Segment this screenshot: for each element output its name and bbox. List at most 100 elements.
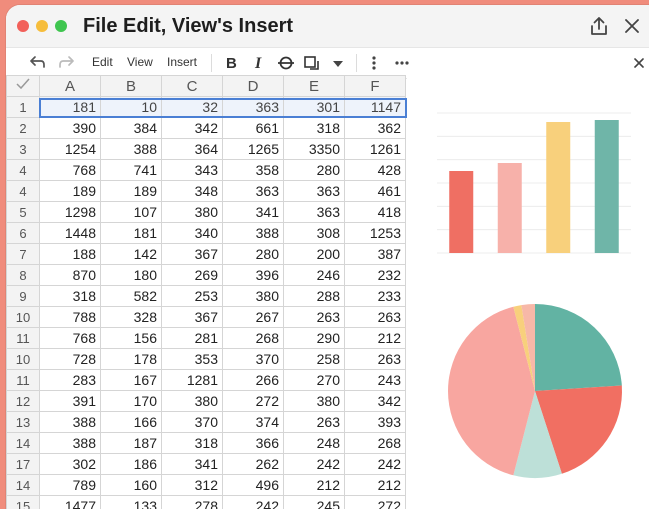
row-header[interactable]: 3 <box>6 138 40 160</box>
row-header[interactable]: 6 <box>6 222 40 244</box>
close-window-button[interactable] <box>17 20 29 32</box>
cell[interactable]: 362 <box>344 117 406 139</box>
cell[interactable]: 428 <box>344 159 406 181</box>
bar[interactable] <box>546 122 571 253</box>
cell[interactable]: 380 <box>222 285 284 307</box>
row-header[interactable]: 1 <box>6 96 40 118</box>
cell[interactable]: 278 <box>161 495 223 509</box>
cell[interactable]: 269 <box>161 264 223 286</box>
cell[interactable]: 661 <box>222 117 284 139</box>
row-header[interactable]: 4 <box>6 180 40 202</box>
cell[interactable]: 1477 <box>39 495 101 509</box>
dropdown-icon[interactable] <box>328 53 348 73</box>
cell[interactable]: 387 <box>344 243 406 265</box>
cell[interactable]: 390 <box>39 117 101 139</box>
cell[interactable]: 870 <box>39 264 101 286</box>
row-header[interactable]: 12 <box>6 390 40 412</box>
row-header[interactable]: 13 <box>6 411 40 433</box>
cell[interactable]: 189 <box>39 180 101 202</box>
cell[interactable]: 789 <box>39 474 101 496</box>
cell[interactable]: 461 <box>344 180 406 202</box>
cell[interactable]: 384 <box>100 117 162 139</box>
row-header[interactable]: 10 <box>6 348 40 370</box>
cell[interactable]: 496 <box>222 474 284 496</box>
cell[interactable]: 263 <box>344 306 406 328</box>
bar[interactable] <box>594 120 619 253</box>
cell[interactable]: 181 <box>100 222 162 244</box>
cell[interactable]: 133 <box>100 495 162 509</box>
cell[interactable]: 283 <box>39 369 101 391</box>
cell[interactable]: 391 <box>39 390 101 412</box>
pie-chart[interactable] <box>407 280 649 500</box>
cell[interactable]: 1147 <box>344 96 406 118</box>
more-icon[interactable] <box>392 53 412 73</box>
menu-insert[interactable]: Insert <box>167 55 197 69</box>
cell[interactable]: 364 <box>161 138 223 160</box>
share-icon[interactable] <box>588 15 610 37</box>
cell[interactable]: 272 <box>344 495 406 509</box>
cell[interactable]: 245 <box>283 495 345 509</box>
bar[interactable] <box>449 171 474 253</box>
cell[interactable]: 258 <box>283 348 345 370</box>
cell[interactable]: 290 <box>283 327 345 349</box>
cell[interactable]: 363 <box>283 201 345 223</box>
cell[interactable]: 270 <box>283 369 345 391</box>
cell[interactable]: 170 <box>100 390 162 412</box>
cell[interactable]: 312 <box>161 474 223 496</box>
cell[interactable]: 233 <box>344 285 406 307</box>
cell[interactable]: 188 <box>39 243 101 265</box>
cell[interactable]: 187 <box>100 432 162 454</box>
cell[interactable]: 160 <box>100 474 162 496</box>
cell[interactable]: 232 <box>344 264 406 286</box>
redo-icon[interactable] <box>58 53 78 73</box>
border-icon[interactable] <box>302 53 322 73</box>
cell[interactable]: 280 <box>283 159 345 181</box>
cell[interactable]: 367 <box>161 306 223 328</box>
row-header[interactable]: 11 <box>6 369 40 391</box>
row-header[interactable]: 14 <box>6 432 40 454</box>
cell[interactable]: 308 <box>283 222 345 244</box>
bar-chart[interactable] <box>407 75 649 265</box>
cell[interactable]: 266 <box>222 369 284 391</box>
cell[interactable]: 393 <box>344 411 406 433</box>
cell[interactable]: 212 <box>283 474 345 496</box>
minimize-window-button[interactable] <box>36 20 48 32</box>
cell[interactable]: 212 <box>344 474 406 496</box>
cell[interactable]: 1261 <box>344 138 406 160</box>
row-header[interactable]: 14 <box>6 474 40 496</box>
cell[interactable]: 363 <box>222 96 284 118</box>
cell[interactable]: 342 <box>344 390 406 412</box>
cell[interactable]: 1448 <box>39 222 101 244</box>
cell[interactable]: 32 <box>161 96 223 118</box>
cell[interactable]: 200 <box>283 243 345 265</box>
cell[interactable]: 107 <box>100 201 162 223</box>
cell[interactable]: 301 <box>283 96 345 118</box>
cell[interactable]: 302 <box>39 453 101 475</box>
cell[interactable]: 156 <box>100 327 162 349</box>
cell[interactable]: 263 <box>283 411 345 433</box>
cell[interactable]: 418 <box>344 201 406 223</box>
cell[interactable]: 3350 <box>283 138 345 160</box>
cell[interactable]: 366 <box>222 432 284 454</box>
cell[interactable]: 253 <box>161 285 223 307</box>
row-header[interactable]: 11 <box>6 327 40 349</box>
cell[interactable]: 380 <box>283 390 345 412</box>
cell[interactable]: 582 <box>100 285 162 307</box>
cell[interactable]: 370 <box>161 411 223 433</box>
strikethrough-icon[interactable] <box>276 53 296 73</box>
cell[interactable]: 353 <box>161 348 223 370</box>
cell[interactable]: 367 <box>161 243 223 265</box>
cell[interactable]: 167 <box>100 369 162 391</box>
cell[interactable]: 370 <box>222 348 284 370</box>
cell[interactable]: 728 <box>39 348 101 370</box>
row-header[interactable]: 17 <box>6 453 40 475</box>
cell[interactable]: 343 <box>161 159 223 181</box>
cell[interactable]: 180 <box>100 264 162 286</box>
maximize-window-button[interactable] <box>55 20 67 32</box>
row-header[interactable]: 10 <box>6 306 40 328</box>
menu-view[interactable]: View <box>127 55 153 69</box>
cell[interactable]: 280 <box>222 243 284 265</box>
cell[interactable]: 281 <box>161 327 223 349</box>
cell[interactable]: 342 <box>161 117 223 139</box>
cell[interactable]: 388 <box>39 432 101 454</box>
